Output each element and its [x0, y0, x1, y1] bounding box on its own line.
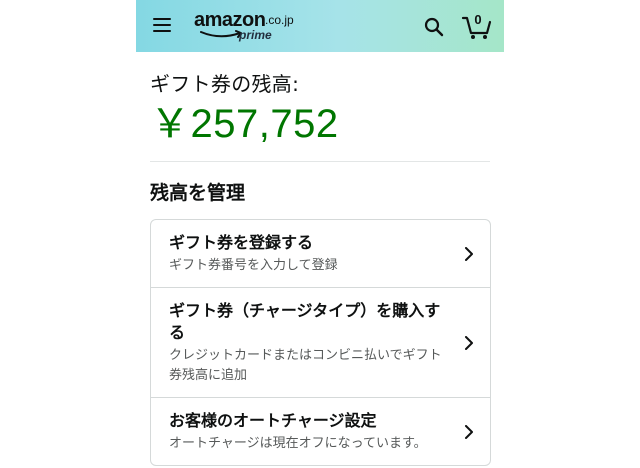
top-nav-bar: amazon .co.jp prime 0 [136, 0, 504, 52]
balance-amount: ￥257,752 [150, 102, 339, 146]
list-item-title: ギフト券（チャージタイプ）を購入する [169, 301, 441, 342]
list-item-title: ギフト券を登録する [169, 233, 314, 252]
balance-label: ギフト券の残高: [150, 72, 300, 96]
list-item-subtitle: オートチャージは現在オフになっています。 [169, 436, 427, 451]
cart-button[interactable]: 0 [461, 12, 493, 40]
manage-options-card: ギフト券を登録する ギフト券番号を入力して登録 ギフト券（チャージタイプ）を購入… [150, 219, 491, 466]
manage-section-title: 残高を管理 [150, 182, 246, 204]
search-icon[interactable] [424, 17, 444, 37]
gift-card-balance-screen: amazon .co.jp prime 0 ギフト券の残高: ￥257,752 … [136, 0, 504, 468]
cart-count: 0 [474, 12, 482, 27]
smile-arrow-icon [200, 30, 242, 38]
list-item-subtitle: ギフト券番号を入力して登録 [169, 258, 338, 273]
logo-domain: .co.jp [265, 13, 294, 27]
hamburger-menu-icon[interactable] [153, 18, 171, 32]
redeem-gift-card-item[interactable]: ギフト券を登録する ギフト券番号を入力して登録 [151, 220, 490, 287]
chevron-right-icon [465, 246, 473, 261]
chevron-right-icon [465, 424, 473, 439]
balance-section: ギフト券の残高: ￥257,752 [136, 52, 504, 147]
divider [150, 161, 490, 162]
auto-charge-settings-item[interactable]: お客様のオートチャージ設定 オートチャージは現在オフになっています。 [151, 397, 490, 465]
chevron-right-icon [465, 335, 473, 350]
buy-charge-gift-card-item[interactable]: ギフト券（チャージタイプ）を購入する クレジットカードまたはコンビニ払いでギフト… [151, 287, 490, 397]
list-item-title: お客様のオートチャージ設定 [169, 411, 377, 430]
amazon-logo[interactable]: amazon .co.jp prime [194, 9, 294, 43]
logo-prime: prime [239, 28, 272, 42]
list-item-subtitle: クレジットカードまたはコンビニ払いでギフト券残高に追加 [169, 348, 442, 383]
